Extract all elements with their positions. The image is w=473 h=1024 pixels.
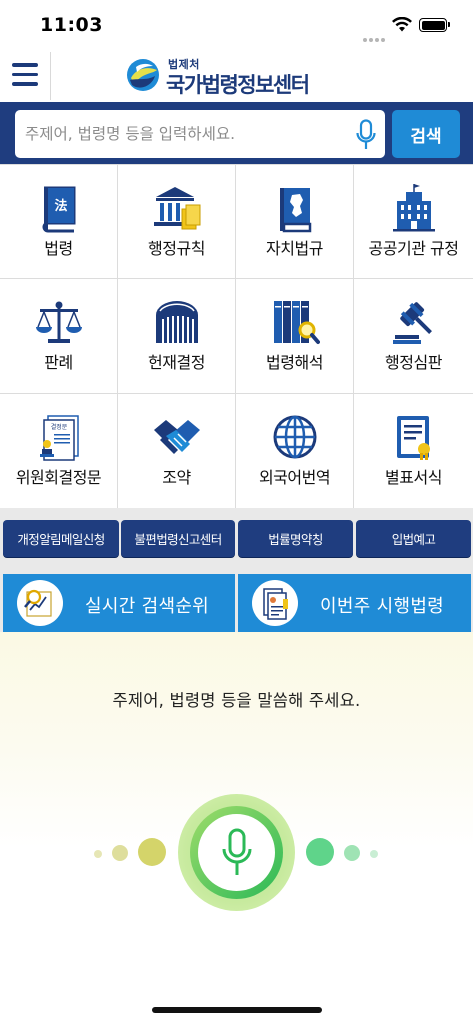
category-label: 자치법규 (266, 239, 323, 258)
category-treaties[interactable]: 조약 (118, 394, 236, 509)
weekly-effective-laws-button[interactable]: 이번주 시행법령 (238, 574, 471, 632)
weekly-effective-laws-label: 이번주 시행법령 (320, 596, 445, 617)
category-label: 조약 (162, 468, 191, 487)
category-law[interactable]: 法 법령 (0, 165, 118, 279)
category-admin-appeals[interactable]: 행정심판 (354, 279, 473, 394)
microphone-icon[interactable] (355, 119, 377, 151)
wifi-icon (392, 17, 412, 32)
category-grid: 法 법령 행정규칙 자치법규 공공기관 규정 판례 헌재결정 법령해석 행정심판… (0, 164, 473, 509)
public-building-icon (392, 184, 435, 232)
category-label: 외국어번역 (258, 468, 331, 487)
app-screen: 11:03 법제처 국가법령정보센터 주제어, 법령명 등을 입력하세요. 검색… (0, 0, 473, 1024)
voice-search-panel: 주제어, 법령명 등을 말씀해 주세요. (0, 632, 473, 1024)
search-input[interactable] (25, 110, 345, 158)
realtime-search-ranking-button[interactable]: 실시간 검색순위 (3, 574, 235, 632)
svg-text:法: 法 (54, 198, 67, 214)
logo-title: 국가법령정보센터 (166, 73, 310, 97)
search-field-wrapper (15, 110, 385, 158)
category-law-interpretation[interactable]: 법령해석 (236, 279, 354, 394)
category-forms[interactable]: 별표서식 (354, 394, 473, 509)
category-label: 법령 (44, 239, 73, 258)
law-book-icon: 法 (42, 186, 75, 233)
voice-mic-button[interactable] (178, 794, 295, 911)
header-divider (50, 52, 51, 100)
category-foreign-translation[interactable]: 외국어번역 (236, 394, 354, 509)
voice-prompt-text: 주제어, 법령명 등을 말씀해 주세요. (112, 691, 361, 710)
constitutional-court-icon (155, 301, 198, 343)
voice-level-dot (112, 845, 128, 861)
korea-map-book-icon (279, 188, 311, 233)
logo-emblem-icon (127, 59, 159, 91)
voice-level-dot (306, 838, 334, 866)
search-button[interactable]: 검색 (392, 110, 460, 158)
microphone-icon (222, 828, 252, 875)
category-label: 위원회결정문 (15, 468, 102, 487)
category-label: 판례 (44, 353, 73, 372)
status-time: 11:03 (40, 14, 103, 36)
gavel-icon (392, 302, 432, 344)
category-label: 공공기관 규정 (368, 239, 459, 258)
voice-level-dot (94, 850, 102, 858)
category-public-institution-rules[interactable]: 공공기관 규정 (354, 165, 473, 279)
hamburger-icon (12, 63, 38, 67)
category-constitutional-court[interactable]: 헌재결정 (118, 279, 236, 394)
category-local-laws[interactable]: 자치법규 (236, 165, 354, 279)
scales-icon (35, 301, 82, 343)
category-admin-rules[interactable]: 행정규칙 (118, 165, 236, 279)
government-building-icon (153, 187, 200, 230)
globe-icon (273, 415, 316, 459)
handshake-icon (153, 420, 200, 454)
battery-icon (419, 18, 450, 32)
quick-button-legislative-notice[interactable]: 입법예고 (356, 520, 471, 557)
weekly-law-icon (252, 580, 298, 626)
category-committee-decisions[interactable]: 결정문 위원회결정문 (0, 394, 118, 509)
category-label: 행정규칙 (148, 239, 205, 258)
decision-document-icon: 결정문 (39, 415, 79, 461)
category-label: 법령해석 (266, 353, 323, 372)
quick-button-law-abbreviations[interactable]: 법률명약칭 (238, 520, 353, 557)
category-precedents[interactable]: 판례 (0, 279, 118, 394)
search-ranking-icon (17, 580, 63, 626)
quick-button-inconvenience-report[interactable]: 불편법령신고센터 (121, 520, 235, 557)
quick-links-strip: 개정알림메일신청 불편법령신고센터 법률명약칭 입법예고 실시간 검색순위 이번… (0, 508, 473, 632)
mic-ring (190, 806, 283, 899)
books-magnifier-icon (273, 301, 320, 344)
signal-dots-icon (363, 27, 387, 46)
voice-level-dot (370, 850, 378, 858)
category-label: 별표서식 (385, 468, 442, 487)
search-bar: 검색 (0, 102, 473, 164)
voice-level-dot (138, 838, 166, 866)
status-bar: 11:03 (0, 0, 473, 50)
menu-button[interactable] (12, 63, 38, 87)
category-label: 행정심판 (385, 353, 442, 372)
mic-inner (198, 814, 275, 891)
home-indicator (152, 1007, 322, 1013)
app-header: 법제처 국가법령정보센터 (0, 50, 473, 102)
category-label: 헌재결정 (148, 353, 205, 372)
form-document-icon (396, 416, 430, 460)
quick-button-amendment-mail[interactable]: 개정알림메일신청 (3, 520, 119, 557)
realtime-search-ranking-label: 실시간 검색순위 (85, 596, 210, 617)
decision-doc-tag: 결정문 (50, 423, 67, 431)
voice-level-dot (344, 845, 360, 861)
